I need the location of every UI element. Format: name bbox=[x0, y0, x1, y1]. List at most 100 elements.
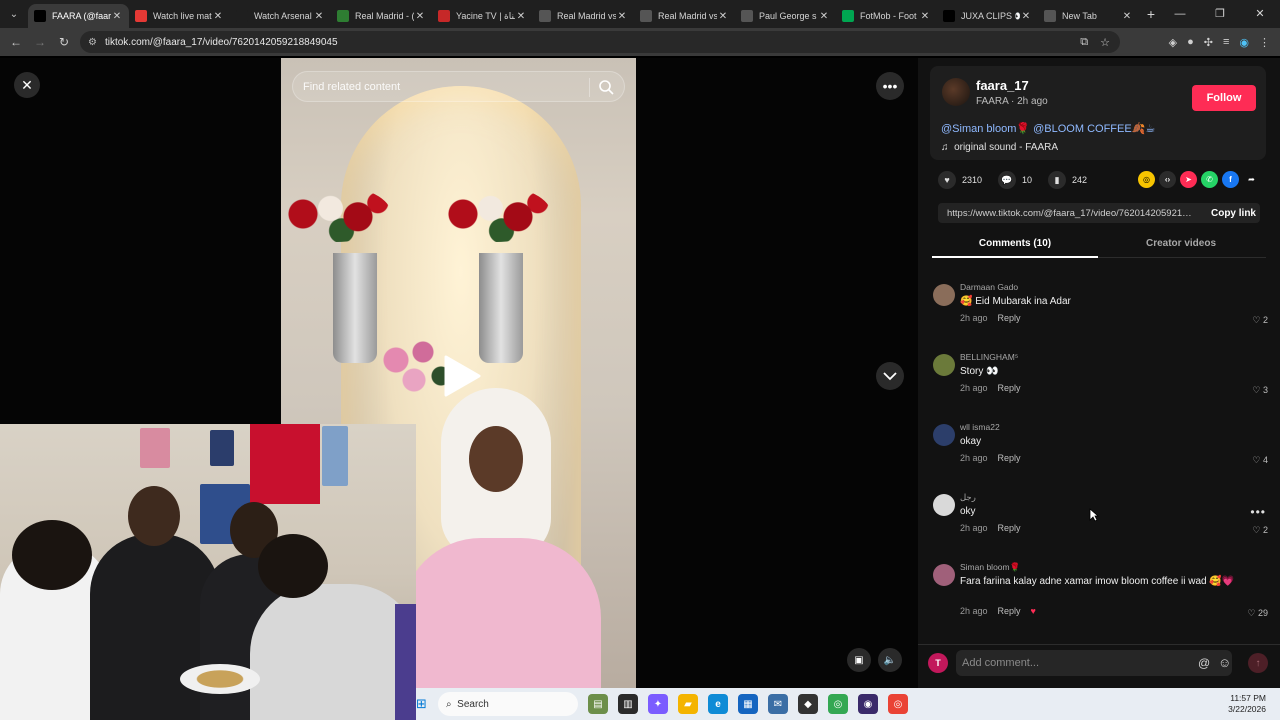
file-explorer-icon[interactable]: ▰ bbox=[678, 694, 698, 714]
comment-avatar[interactable] bbox=[933, 564, 955, 586]
comment-avatar[interactable] bbox=[933, 284, 955, 306]
reply-button[interactable]: Reply bbox=[998, 523, 1021, 533]
comment-username[interactable]: رجل bbox=[960, 492, 976, 503]
taskbar-search[interactable]: ⌕ Search bbox=[438, 692, 578, 716]
tab-close-icon[interactable]: ✕ bbox=[1020, 11, 1032, 22]
store-icon[interactable]: ▦ bbox=[738, 694, 758, 714]
save-stat[interactable]: ▮ 242 bbox=[1048, 171, 1087, 189]
reply-button[interactable]: Reply bbox=[998, 383, 1021, 393]
comment-like[interactable]: ♡ 3 bbox=[1252, 385, 1268, 396]
sound-row[interactable]: ♫ original sound - FAARA bbox=[941, 142, 1058, 153]
browser-tab[interactable]: FAARA (@faara ✕ bbox=[28, 4, 129, 28]
reply-button[interactable]: Reply bbox=[998, 453, 1021, 463]
extension-icon[interactable]: ● bbox=[1187, 36, 1194, 48]
share-arrow-icon[interactable]: ➦ bbox=[1243, 171, 1260, 188]
volume-icon[interactable]: 🔈 bbox=[878, 648, 902, 672]
browser-tab[interactable]: Watch Arsenal ✕ bbox=[230, 4, 331, 28]
copilot-icon[interactable]: ✦ bbox=[648, 694, 668, 714]
task-view-icon[interactable]: ▥ bbox=[618, 694, 638, 714]
browser-tab[interactable]: Real Madrid vs ✕ bbox=[533, 4, 634, 28]
tab-comments[interactable]: Comments (10) bbox=[932, 238, 1098, 249]
widgets-icon[interactable]: ▤ bbox=[588, 694, 608, 714]
comment-avatar[interactable] bbox=[933, 354, 955, 376]
mail-icon[interactable]: ✉ bbox=[768, 694, 788, 714]
comment-username[interactable]: Darmaan Gado bbox=[960, 282, 1018, 292]
maximize-icon[interactable]: ❐ bbox=[1200, 0, 1240, 28]
profile-icon[interactable]: ◉ bbox=[1239, 36, 1249, 49]
comment-input[interactable] bbox=[956, 650, 1232, 676]
browser-tab[interactable]: Paul George s ✕ bbox=[735, 4, 836, 28]
follow-button[interactable]: Follow bbox=[1192, 85, 1256, 111]
comment-username[interactable]: wll isma22 bbox=[960, 422, 1000, 432]
tab-close-icon[interactable]: ✕ bbox=[919, 11, 931, 22]
tab-close-icon[interactable]: ✕ bbox=[414, 11, 426, 22]
comment-like[interactable]: ♡ 4 bbox=[1252, 455, 1268, 466]
app-icon[interactable]: ◆ bbox=[798, 694, 818, 714]
browser-tab[interactable]: Real Madrid vs ✕ bbox=[634, 4, 735, 28]
emoji-icon[interactable]: ☺ bbox=[1218, 655, 1231, 670]
tab-close-icon[interactable]: ✕ bbox=[1121, 11, 1133, 22]
whatsapp-icon[interactable]: ✆ bbox=[1201, 171, 1218, 188]
pip-icon[interactable]: ▣ bbox=[847, 648, 871, 672]
video-link[interactable]: https://www.tiktok.com/@faara_17/video/7… bbox=[938, 208, 1194, 219]
play-icon[interactable] bbox=[442, 354, 482, 398]
tab-close-icon[interactable]: ✕ bbox=[515, 11, 527, 22]
copy-link-button[interactable]: Copy link bbox=[1211, 208, 1256, 219]
minimize-icon[interactable]: — bbox=[1160, 0, 1200, 28]
tab-close-icon[interactable]: ✕ bbox=[616, 11, 628, 22]
video-caption[interactable]: @Siman bloom🌹 @BLOOM COFFEE🍂☕ bbox=[941, 122, 1155, 135]
author-username[interactable]: faara_17 bbox=[976, 78, 1029, 93]
shield-icon[interactable]: ◈ bbox=[1169, 36, 1177, 49]
comment-username[interactable]: BELLINGHAM⁵ bbox=[960, 352, 1018, 362]
site-info-icon[interactable]: ⚙ bbox=[88, 37, 97, 48]
windows-start-icon[interactable]: ⊞ bbox=[416, 696, 428, 711]
chrome-icon[interactable]: ◎ bbox=[828, 694, 848, 714]
tab-close-icon[interactable]: ✕ bbox=[818, 11, 830, 22]
puzzle-icon[interactable]: ✣ bbox=[1204, 36, 1213, 49]
browser-tab[interactable]: Real Madrid - (✕ bbox=[331, 4, 432, 28]
tab-close-icon[interactable]: ✕ bbox=[717, 11, 729, 22]
my-avatar[interactable]: T bbox=[928, 653, 948, 673]
comment-like[interactable]: ♡ 2 bbox=[1252, 525, 1268, 536]
embed-icon[interactable]: ‹› bbox=[1159, 171, 1176, 188]
tab-search-icon[interactable]: ⌄ bbox=[0, 0, 28, 28]
tab-close-icon[interactable]: ✕ bbox=[313, 11, 325, 22]
search-icon[interactable] bbox=[598, 79, 614, 95]
avatar[interactable] bbox=[942, 78, 970, 106]
tab-creator-videos[interactable]: Creator videos bbox=[1098, 238, 1264, 249]
tab-close-icon[interactable]: ✕ bbox=[212, 11, 224, 22]
comment-avatar[interactable] bbox=[933, 424, 955, 446]
url-field[interactable]: ⚙ tiktok.com/@faara_17/video/76201420592… bbox=[80, 31, 1120, 53]
related-search-box[interactable]: Find related content bbox=[292, 71, 625, 102]
system-clock[interactable]: 11:57 PM 3/22/2026 bbox=[1228, 693, 1266, 715]
forward-icon[interactable]: → bbox=[28, 35, 52, 49]
more-options-icon[interactable]: ••• bbox=[876, 72, 904, 100]
browser-tab[interactable]: Watch live mat ✕ bbox=[129, 4, 230, 28]
comment-more-icon[interactable]: ••• bbox=[1250, 505, 1266, 519]
send-icon[interactable]: ↑ bbox=[1248, 653, 1268, 673]
reload-icon[interactable]: ↻ bbox=[52, 35, 76, 49]
browser-tab[interactable]: Yacine TV | قناة✕ bbox=[432, 4, 533, 28]
comment-avatar[interactable] bbox=[933, 494, 955, 516]
repost-icon[interactable]: ◎ bbox=[1138, 171, 1155, 188]
reply-button[interactable]: Reply bbox=[998, 606, 1021, 616]
app-icon[interactable]: ◉ bbox=[858, 694, 878, 714]
browser-tab[interactable]: New Tab ✕ bbox=[1038, 4, 1139, 28]
reply-button[interactable]: Reply bbox=[998, 313, 1021, 323]
tab-close-icon[interactable]: ✕ bbox=[111, 11, 123, 22]
menu-dots-icon[interactable]: ⋮ bbox=[1259, 36, 1270, 49]
comment-like[interactable]: ♡ 29 bbox=[1247, 608, 1268, 619]
comment-like[interactable]: ♡ 2 bbox=[1252, 315, 1268, 326]
bookmark-star-icon[interactable]: ☆ bbox=[1100, 36, 1110, 49]
browser-tab[interactable]: JUXA CLIPS 👀 ✕ bbox=[937, 4, 1038, 28]
chrome-icon[interactable]: ◎ bbox=[888, 694, 908, 714]
back-icon[interactable]: ← bbox=[4, 35, 28, 49]
like-stat[interactable]: ♥ 2310 bbox=[938, 171, 982, 189]
media-icon[interactable]: ≡ bbox=[1223, 36, 1229, 48]
cast-icon[interactable]: ⧉ bbox=[1080, 36, 1088, 49]
comment-username[interactable]: Siman bloom🌹 bbox=[960, 562, 1020, 573]
comment-stat[interactable]: 💬 10 bbox=[998, 171, 1032, 189]
close-icon[interactable]: ✕ bbox=[14, 72, 40, 98]
browser-tab[interactable]: FotMob - Foot ✕ bbox=[836, 4, 937, 28]
edge-icon[interactable]: e bbox=[708, 694, 728, 714]
